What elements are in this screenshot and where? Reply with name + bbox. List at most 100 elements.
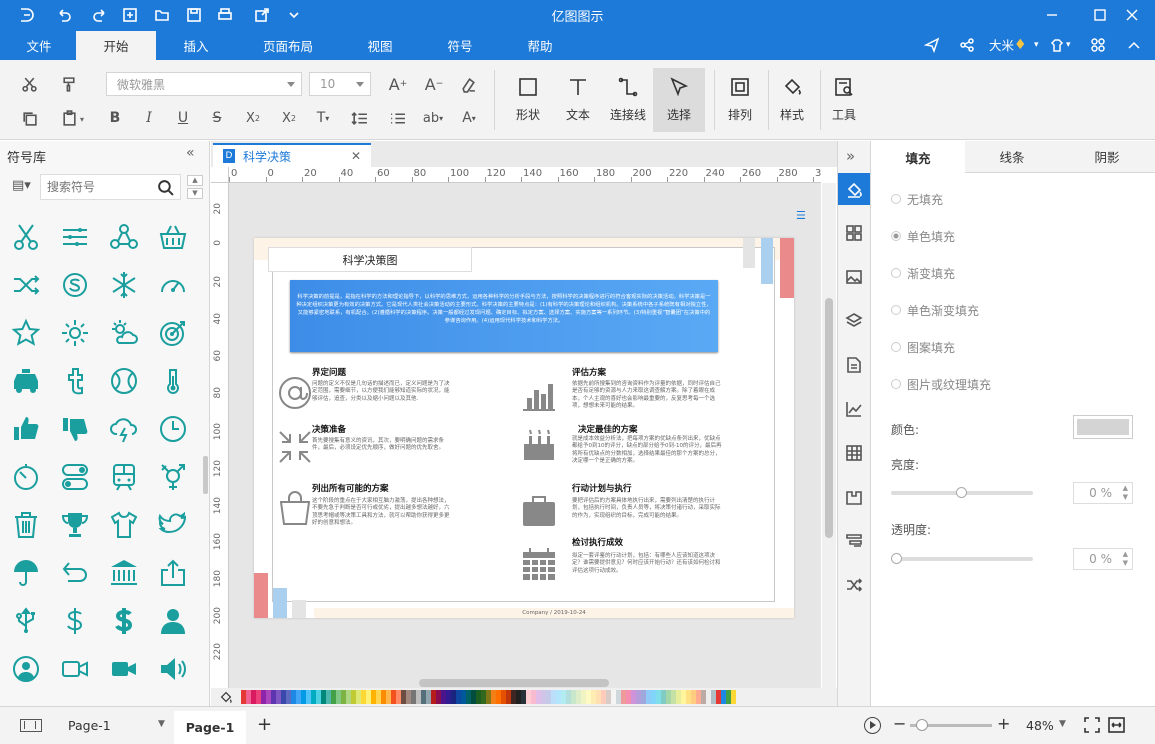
cut-icon[interactable] xyxy=(16,72,42,96)
network-icon[interactable] xyxy=(106,219,142,255)
color-palette[interactable] xyxy=(211,688,837,706)
horizontal-scroll-thumb[interactable] xyxy=(419,679,609,687)
table-panel-icon[interactable] xyxy=(838,437,870,469)
brightness-input[interactable]: 0 % ▲ ▼ xyxy=(1073,482,1133,504)
menu-page-layout[interactable]: 页面布局 xyxy=(252,31,324,60)
option-single-gradient-fill[interactable]: 单色渐变填充 xyxy=(891,300,1091,320)
image-panel-icon[interactable] xyxy=(838,261,870,293)
timer-icon[interactable] xyxy=(8,459,44,495)
toggle-icon[interactable] xyxy=(57,459,93,495)
select-tool[interactable]: 选择 xyxy=(653,68,705,132)
sun-icon[interactable] xyxy=(57,315,93,351)
format-painter-icon[interactable] xyxy=(56,72,82,96)
theme-dropdown-icon[interactable]: ▾ xyxy=(1066,31,1071,58)
tab-line[interactable]: 线条 xyxy=(965,141,1059,173)
share-icon[interactable] xyxy=(959,31,975,58)
dollar-icon[interactable] xyxy=(106,603,142,639)
option-texture-fill[interactable]: 图片或纹理填充 xyxy=(891,374,1091,394)
map-panel-icon[interactable] xyxy=(838,481,870,513)
collapse-ribbon-icon[interactable] xyxy=(1126,31,1142,58)
zoom-in-icon[interactable]: + xyxy=(997,714,1010,733)
option-gradient-fill[interactable]: 渐变填充 xyxy=(891,263,1091,283)
menu-home[interactable]: 开始 xyxy=(76,31,156,60)
bold-icon[interactable]: B xyxy=(102,106,128,130)
tshirt-icon[interactable] xyxy=(106,507,142,543)
collapse-panel-icon[interactable]: « xyxy=(186,145,195,161)
minimize-icon[interactable] xyxy=(1037,4,1067,26)
increase-font-icon[interactable]: A + xyxy=(385,72,411,96)
user-circle-icon[interactable] xyxy=(8,651,44,687)
tab-fill[interactable]: 填充 xyxy=(871,141,965,173)
chart-panel-icon[interactable] xyxy=(838,393,870,425)
tab-shadow[interactable]: 阴影 xyxy=(1059,141,1155,173)
symbol-search-box[interactable] xyxy=(40,174,181,200)
horizontal-scrollbar[interactable] xyxy=(229,678,821,688)
fill-panel-icon[interactable] xyxy=(838,173,870,205)
line-spacing-icon[interactable] xyxy=(346,106,372,130)
undo-arrow-icon[interactable] xyxy=(57,555,93,591)
menu-file[interactable]: 文件 xyxy=(14,31,64,60)
page-select[interactable]: Page-1 xyxy=(68,718,111,733)
transparency-input[interactable]: 0 % ▲ ▼ xyxy=(1073,548,1133,570)
vertical-scroll-thumb[interactable] xyxy=(825,298,833,538)
option-pattern-fill[interactable]: 图案填充 xyxy=(891,337,1091,357)
add-page-icon[interactable]: + xyxy=(257,714,272,735)
decrease-font-icon[interactable]: A − xyxy=(421,72,447,96)
text-tools-icon[interactable]: T ▾ xyxy=(310,106,336,130)
shuffle-panel-icon[interactable] xyxy=(838,569,870,601)
copy-icon[interactable] xyxy=(16,106,42,130)
maximize-icon[interactable] xyxy=(1085,4,1115,26)
page-panel-icon[interactable] xyxy=(838,349,870,381)
scroll-down-icon[interactable]: ▼ xyxy=(187,188,203,199)
option-solid-fill[interactable]: 单色填充 xyxy=(891,226,1091,246)
shuffle-icon[interactable] xyxy=(8,267,44,303)
target-icon[interactable] xyxy=(155,315,191,351)
page-list-icon[interactable] xyxy=(20,719,42,732)
search-icon[interactable] xyxy=(157,179,174,196)
trophy-icon[interactable] xyxy=(57,507,93,543)
dollar-outline-icon[interactable] xyxy=(57,603,93,639)
star-icon[interactable] xyxy=(8,315,44,351)
bank-icon[interactable] xyxy=(106,555,142,591)
menu-view[interactable]: 视图 xyxy=(356,31,404,60)
present-panel-icon[interactable] xyxy=(838,525,870,557)
taxi-icon[interactable] xyxy=(8,363,44,399)
layout-panel-icon[interactable] xyxy=(838,217,870,249)
page-tab[interactable]: Page-1 xyxy=(174,711,246,744)
search-input[interactable] xyxy=(47,176,153,198)
page-select-dropdown-icon[interactable]: ▼ xyxy=(158,719,165,729)
paste-icon[interactable] xyxy=(56,106,82,130)
tennis-ball-icon[interactable] xyxy=(106,363,142,399)
tumblr-icon[interactable] xyxy=(57,363,93,399)
basket-icon[interactable] xyxy=(155,219,191,255)
font-name-select[interactable]: 微软雅黑 xyxy=(106,72,302,96)
video-camera-icon[interactable] xyxy=(106,651,142,687)
thermometer-icon[interactable] xyxy=(155,363,191,399)
snowflake-icon[interactable] xyxy=(106,267,142,303)
user-icon[interactable] xyxy=(155,603,191,639)
clock-icon[interactable] xyxy=(155,411,191,447)
user-dropdown-icon[interactable]: ▾ xyxy=(1034,31,1039,58)
fill-color-icon[interactable] xyxy=(219,690,235,704)
font-size-select[interactable]: 10 xyxy=(309,72,371,96)
expand-panel-icon[interactable]: » xyxy=(846,147,855,165)
menu-help[interactable]: 帮助 xyxy=(516,31,564,60)
zoom-level[interactable]: 48% xyxy=(1026,718,1054,733)
option-no-fill[interactable]: 无填充 xyxy=(891,189,1091,209)
transparency-knob[interactable] xyxy=(891,553,902,564)
zoom-slider[interactable] xyxy=(910,719,992,731)
clear-format-icon[interactable] xyxy=(455,72,481,96)
intro-box[interactable]: 科学决策的前提是，是指在科学的方法和理论指导下，以科学的思维方式，运用各种科学的… xyxy=(290,280,718,352)
tab-document[interactable]: D 科学决策 ✕ xyxy=(213,143,371,167)
apps-icon[interactable] xyxy=(1090,31,1106,58)
volume-icon[interactable] xyxy=(155,651,191,687)
zoom-out-icon[interactable]: − xyxy=(893,714,906,733)
train-icon[interactable] xyxy=(106,459,142,495)
diagram-page[interactable]: 科学决策图 Company / 2019-10-24 科学决策的前提是，是指在科… xyxy=(254,238,794,618)
page-menu-icon[interactable]: ☰ xyxy=(796,210,808,225)
zoom-knob[interactable] xyxy=(916,719,928,731)
send-icon[interactable] xyxy=(924,31,940,58)
speedometer-icon[interactable] xyxy=(155,267,191,303)
text-style-icon[interactable]: ab ▾ xyxy=(420,106,446,130)
scissors-icon[interactable] xyxy=(8,219,44,255)
